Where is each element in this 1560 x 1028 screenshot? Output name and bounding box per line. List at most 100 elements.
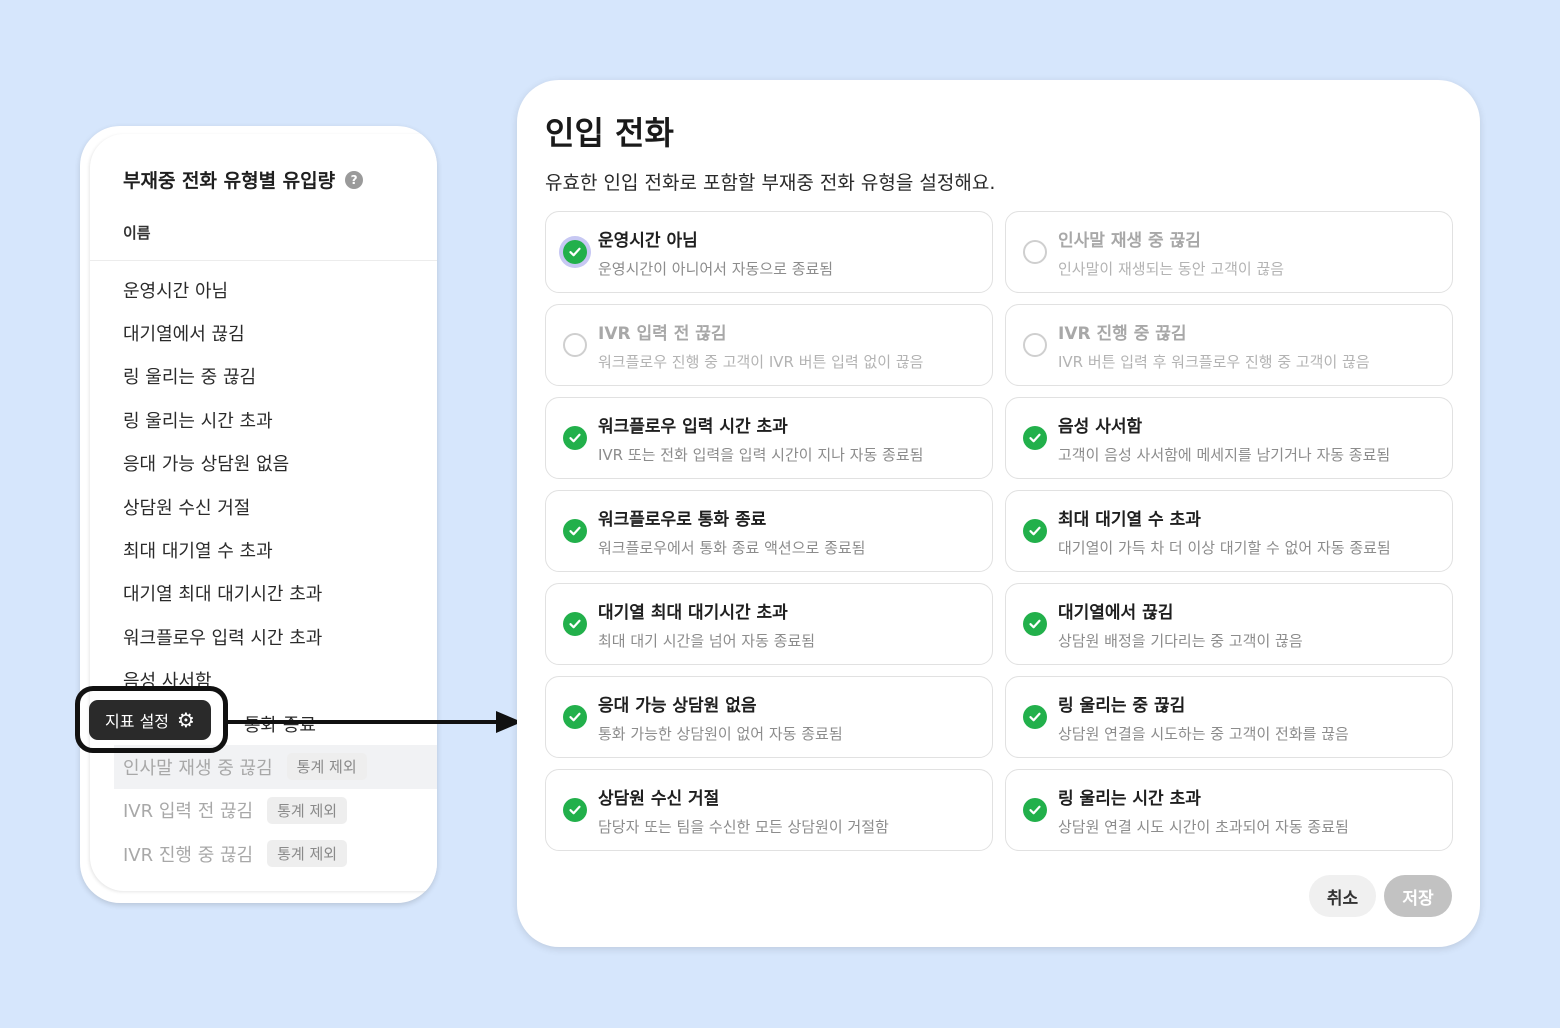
option-title: IVR 입력 전 끊김 bbox=[598, 323, 727, 344]
checkbox-unchecked-icon[interactable] bbox=[1023, 333, 1047, 357]
option-title: 워크플로우 입력 시간 초과 bbox=[598, 416, 788, 437]
checkbox-checked-icon[interactable] bbox=[563, 612, 587, 636]
checkbox-checked-icon[interactable] bbox=[563, 798, 587, 822]
option-description: 상담원 연결 시도 시간이 초과되어 자동 종료됨 bbox=[1058, 817, 1349, 836]
panel-title-text: 부재중 전화 유형별 유입량 bbox=[123, 170, 336, 192]
option-card[interactable]: 인사말 재생 중 끊김 인사말이 재생되는 동안 고객이 끊음 bbox=[1005, 211, 1453, 293]
option-title: 링 울리는 중 끊김 bbox=[1058, 695, 1186, 716]
option-text: 워크플로우 입력 시간 초과 IVR 또는 전화 입력을 입력 시간이 지나 자동… bbox=[598, 412, 923, 465]
option-title: 음성 사서함 bbox=[1058, 416, 1143, 437]
option-card[interactable]: 워크플로우 입력 시간 초과 IVR 또는 전화 입력을 입력 시간이 지나 자동… bbox=[545, 397, 993, 479]
checkbox-checked-icon[interactable] bbox=[1023, 519, 1047, 543]
checkbox-checked-icon[interactable] bbox=[1023, 798, 1047, 822]
option-card[interactable]: 음성 사서함 고객이 음성 사서함에 메세지를 남기거나 자동 종료됨 bbox=[1005, 397, 1453, 479]
list-item: 운영시간 아님 bbox=[90, 268, 437, 311]
help-icon[interactable]: ? bbox=[345, 170, 364, 189]
metric-settings-label: 지표 설정 bbox=[105, 712, 170, 731]
checkbox-checked-icon[interactable] bbox=[563, 426, 587, 450]
list-item: 링 울리는 중 끊김 bbox=[90, 355, 437, 398]
option-text: 최대 대기열 수 초과대기열이 가득 차 더 이상 대기할 수 없어 자동 종료… bbox=[1058, 505, 1391, 558]
divider bbox=[90, 260, 437, 261]
option-card[interactable]: 상담원 수신 거절담당자 또는 팀을 수신한 모든 상담원이 거절함 bbox=[545, 769, 993, 851]
gear-icon: ⚙ bbox=[177, 708, 195, 732]
metric-settings-button[interactable]: 지표 설정 ⚙ bbox=[89, 700, 211, 740]
excluded-badge: 통계 제외 bbox=[267, 840, 348, 868]
option-card[interactable]: 운영시간 아님 운영시간이 아니어서 자동으로 종료됨 bbox=[545, 211, 993, 293]
option-text: 워크플로우로 통화 종료워크플로우에서 통화 종료 액션으로 종료됨 bbox=[598, 505, 865, 558]
option-description: 상담원 연결을 시도하는 중 고객이 전화를 끊음 bbox=[1058, 724, 1349, 743]
option-card[interactable]: 대기열에서 끊김상담원 배정을 기다리는 중 고객이 끊음 bbox=[1005, 583, 1453, 665]
checkbox-unchecked-icon[interactable] bbox=[1023, 240, 1047, 264]
checkbox-checked-icon[interactable] bbox=[1023, 426, 1047, 450]
option-text: IVR 진행 중 끊김 IVR 버튼 입력 후 워크플로우 진행 중 고객이 끊음 bbox=[1058, 319, 1370, 372]
list-item-label: 상담원 수신 거절 bbox=[123, 497, 251, 519]
option-text: 대기열에서 끊김상담원 배정을 기다리는 중 고객이 끊음 bbox=[1058, 598, 1303, 651]
list-item-excluded: IVR 입력 전 끊김 통계 제외 bbox=[90, 789, 437, 832]
option-card[interactable]: 링 울리는 중 끊김상담원 연결을 시도하는 중 고객이 전화를 끊음 bbox=[1005, 676, 1453, 758]
list-item-label: IVR 진행 중 끊김 bbox=[123, 844, 254, 866]
missed-call-type-panel: 부재중 전화 유형별 유입량 ? 이름 운영시간 아님 대기열에서 끊김 링 울… bbox=[80, 126, 437, 903]
option-text: IVR 입력 전 끊김워크플로우 진행 중 고객이 IVR 버튼 입력 없이 끊… bbox=[598, 319, 923, 372]
list-item-label: 응대 가능 상담원 없음 bbox=[123, 454, 290, 476]
option-description: 최대 대기 시간을 넘어 자동 종료됨 bbox=[598, 631, 816, 650]
option-title: 상담원 수신 거절 bbox=[598, 788, 720, 809]
option-text: 운영시간 아님 운영시간이 아니어서 자동으로 종료됨 bbox=[598, 226, 833, 279]
list-item-label: 워크플로우 입력 시간 초과 bbox=[123, 627, 323, 649]
option-description: 통화 가능한 상담원이 없어 자동 종료됨 bbox=[598, 724, 843, 743]
excluded-badge: 통계 제외 bbox=[286, 753, 367, 781]
option-title: IVR 진행 중 끊김 bbox=[1058, 323, 1187, 344]
checkbox-checked-icon[interactable] bbox=[1023, 612, 1047, 636]
option-description: 대기열이 가득 차 더 이상 대기할 수 없어 자동 종료됨 bbox=[1058, 538, 1391, 557]
option-card[interactable]: 응대 가능 상담원 없음통화 가능한 상담원이 없어 자동 종료됨 bbox=[545, 676, 993, 758]
option-text: 음성 사서함 고객이 음성 사서함에 메세지를 남기거나 자동 종료됨 bbox=[1058, 412, 1390, 465]
checkbox-checked-icon[interactable] bbox=[563, 240, 587, 264]
option-title: 대기열 최대 대기시간 초과 bbox=[598, 602, 788, 623]
option-description: IVR 또는 전화 입력을 입력 시간이 지나 자동 종료됨 bbox=[598, 445, 924, 464]
option-description: 담당자 또는 팀을 수신한 모든 상담원이 거절함 bbox=[598, 817, 889, 836]
panel-title: 부재중 전화 유형별 유입량 ? bbox=[123, 166, 364, 193]
list-item: 대기열 최대 대기시간 초과 bbox=[90, 572, 437, 615]
option-card[interactable]: 워크플로우로 통화 종료워크플로우에서 통화 종료 액션으로 종료됨 bbox=[545, 490, 993, 572]
checkbox-checked-icon[interactable] bbox=[563, 705, 587, 729]
list-item-label: 링 울리는 시간 초과 bbox=[123, 410, 273, 432]
option-text: 상담원 수신 거절담당자 또는 팀을 수신한 모든 상담원이 거절함 bbox=[598, 784, 889, 837]
option-text: 링 울리는 중 끊김상담원 연결을 시도하는 중 고객이 전화를 끊음 bbox=[1058, 691, 1349, 744]
list-item-label: 인사말 재생 중 끊김 bbox=[123, 757, 273, 779]
option-title: 응대 가능 상담원 없음 bbox=[598, 695, 757, 716]
panel-inner: 부재중 전화 유형별 유입량 ? 이름 운영시간 아님 대기열에서 끊김 링 울… bbox=[90, 134, 437, 891]
option-description: 상담원 배정을 기다리는 중 고객이 끊음 bbox=[1058, 631, 1303, 650]
excluded-badge: 통계 제외 bbox=[267, 796, 348, 824]
option-description: 운영시간이 아니어서 자동으로 종료됨 bbox=[598, 259, 834, 278]
list-item-label: 대기열에서 끊김 bbox=[123, 324, 245, 346]
list-item: 최대 대기열 수 초과 bbox=[90, 528, 437, 571]
option-title: 워크플로우로 통화 종료 bbox=[598, 509, 767, 530]
list-item: 워크플로우 입력 시간 초과 bbox=[90, 615, 437, 658]
save-button[interactable]: 저장 bbox=[1384, 875, 1452, 917]
list-item: 응대 가능 상담원 없음 bbox=[90, 442, 437, 485]
cancel-button[interactable]: 취소 bbox=[1309, 875, 1376, 917]
list-item: 링 울리는 시간 초과 bbox=[90, 398, 437, 441]
option-card[interactable]: IVR 입력 전 끊김워크플로우 진행 중 고객이 IVR 버튼 입력 없이 끊… bbox=[545, 304, 993, 386]
option-text: 링 울리는 시간 초과상담원 연결 시도 시간이 초과되어 자동 종료됨 bbox=[1058, 784, 1349, 837]
list-item: 대기열에서 끊김 bbox=[90, 311, 437, 354]
options-grid: 운영시간 아님 운영시간이 아니어서 자동으로 종료됨 인사말 재생 중 끊김 인사말… bbox=[545, 211, 1453, 851]
option-title: 링 울리는 시간 초과 bbox=[1058, 788, 1201, 809]
option-title: 대기열에서 끊김 bbox=[1058, 602, 1174, 623]
option-text: 응대 가능 상담원 없음통화 가능한 상담원이 없어 자동 종료됨 bbox=[598, 691, 843, 744]
option-description: 워크플로우 진행 중 고객이 IVR 버튼 입력 없이 끊음 bbox=[598, 352, 924, 371]
option-card[interactable]: 대기열 최대 대기시간 초과최대 대기 시간을 넘어 자동 종료됨 bbox=[545, 583, 993, 665]
option-title: 최대 대기열 수 초과 bbox=[1058, 509, 1201, 530]
list-item-label: IVR 입력 전 끊김 bbox=[123, 801, 254, 823]
option-title: 인사말 재생 중 끊김 bbox=[1058, 230, 1201, 251]
checkbox-checked-icon[interactable] bbox=[563, 519, 587, 543]
checkbox-unchecked-icon[interactable] bbox=[563, 333, 587, 357]
list-item: 상담원 수신 거절 bbox=[90, 485, 437, 528]
checkbox-checked-icon[interactable] bbox=[1023, 705, 1047, 729]
list-item-label: 링 울리는 중 끊김 bbox=[123, 367, 257, 389]
modal-title: 인입 전화 bbox=[545, 114, 674, 152]
option-card[interactable]: 링 울리는 시간 초과상담원 연결 시도 시간이 초과되어 자동 종료됨 bbox=[1005, 769, 1453, 851]
list-item-label: 운영시간 아님 bbox=[123, 280, 229, 302]
option-card[interactable]: 최대 대기열 수 초과대기열이 가득 차 더 이상 대기할 수 없어 자동 종료… bbox=[1005, 490, 1453, 572]
option-description: 워크플로우에서 통화 종료 액션으로 종료됨 bbox=[598, 538, 866, 557]
option-card[interactable]: IVR 진행 중 끊김 IVR 버튼 입력 후 워크플로우 진행 중 고객이 끊음 bbox=[1005, 304, 1453, 386]
